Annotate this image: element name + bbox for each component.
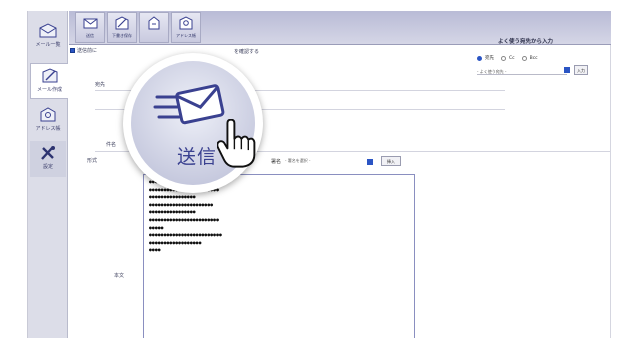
signature-select[interactable]: - 署名を選択 - <box>285 157 365 165</box>
attach-icon <box>148 16 160 30</box>
confirm-label-suffix: を確認する <box>234 49 260 55</box>
signature-label: 署名 <box>271 159 282 165</box>
compose-icon <box>42 68 57 83</box>
radio-to-label: 宛先 <box>485 56 494 61</box>
to-label: 宛先 <box>95 82 106 88</box>
body-label: 本文 <box>114 273 125 279</box>
envelope-icon <box>39 23 57 38</box>
send-button-label: 送信 <box>86 33 94 38</box>
body-line: •••••••••••••••••• <box>148 238 202 248</box>
addressbook-icon <box>179 16 193 30</box>
format-label: 形式 <box>87 158 98 164</box>
body-line: •••••••••••••••••••••••• <box>148 215 220 225</box>
hand-pointer-icon <box>217 119 256 168</box>
confirm-option[interactable]: 送信前に <box>70 46 97 55</box>
addressbook-icon <box>40 107 56 122</box>
radio-cc-label: Cc <box>509 55 515 61</box>
sidebar-item-label: アドレス帳 <box>35 126 61 132</box>
radio-to[interactable] <box>477 55 482 61</box>
sidebar-item-settings[interactable]: 設定 <box>30 141 66 177</box>
insert-signature-button[interactable]: 挿入 <box>381 156 401 166</box>
address-book-button[interactable]: アドレス帳 <box>171 12 201 43</box>
frequent-address-select[interactable]: - よく使う宛先 - <box>477 68 567 75</box>
radio-bcc-label: Bcc <box>529 55 538 61</box>
sidebar-item-label: 設定 <box>42 164 53 170</box>
send-button[interactable]: 送信 <box>75 12 105 43</box>
signature-info-icon[interactable] <box>367 159 373 165</box>
magnified-send-label: 送信 <box>177 146 218 168</box>
sidebar-item-address-book[interactable]: アドレス帳 <box>30 103 66 139</box>
address-book-label: アドレス帳 <box>176 33 196 38</box>
confirm-label: 送信前に <box>77 48 98 54</box>
attach-button[interactable] <box>139 12 169 43</box>
add-address-button[interactable]: 入力 <box>574 65 588 75</box>
mail-app-window: メール一覧 メール作成 アドレス帳 設定 送信 下書き保存 アドレス帳 送信前に… <box>27 11 611 338</box>
confirm-checkbox[interactable] <box>70 48 75 53</box>
subject-label: 件名 <box>106 142 117 148</box>
sidebar-item-compose[interactable]: メール作成 <box>30 63 68 99</box>
save-draft-label: 下書き保存 <box>112 33 132 38</box>
magnified-send-button: 送信 <box>123 53 263 193</box>
sidebar-item-label: メール一覧 <box>35 42 61 48</box>
tools-icon <box>41 146 55 160</box>
draft-icon <box>115 16 129 30</box>
sidebar-item-mail-list[interactable]: メール一覧 <box>30 19 66 55</box>
body-textarea[interactable]: •••• •••••••••••••••• •••••••• ••••••••••… <box>143 174 415 338</box>
sidebar: メール一覧 メール作成 アドレス帳 設定 <box>28 11 68 338</box>
send-icon <box>83 18 98 29</box>
body-line: •••• <box>148 246 162 256</box>
info-icon[interactable] <box>564 67 570 73</box>
sidebar-item-label: メール作成 <box>36 87 62 93</box>
frequent-address-title: よく使う宛先から入力 <box>498 39 554 45</box>
recipient-type-radios: 宛先 Cc Bcc <box>477 55 542 61</box>
radio-cc[interactable] <box>501 55 506 61</box>
send-envelope-icon <box>153 84 225 125</box>
radio-bcc[interactable] <box>521 55 527 61</box>
save-draft-button[interactable]: 下書き保存 <box>107 12 137 43</box>
